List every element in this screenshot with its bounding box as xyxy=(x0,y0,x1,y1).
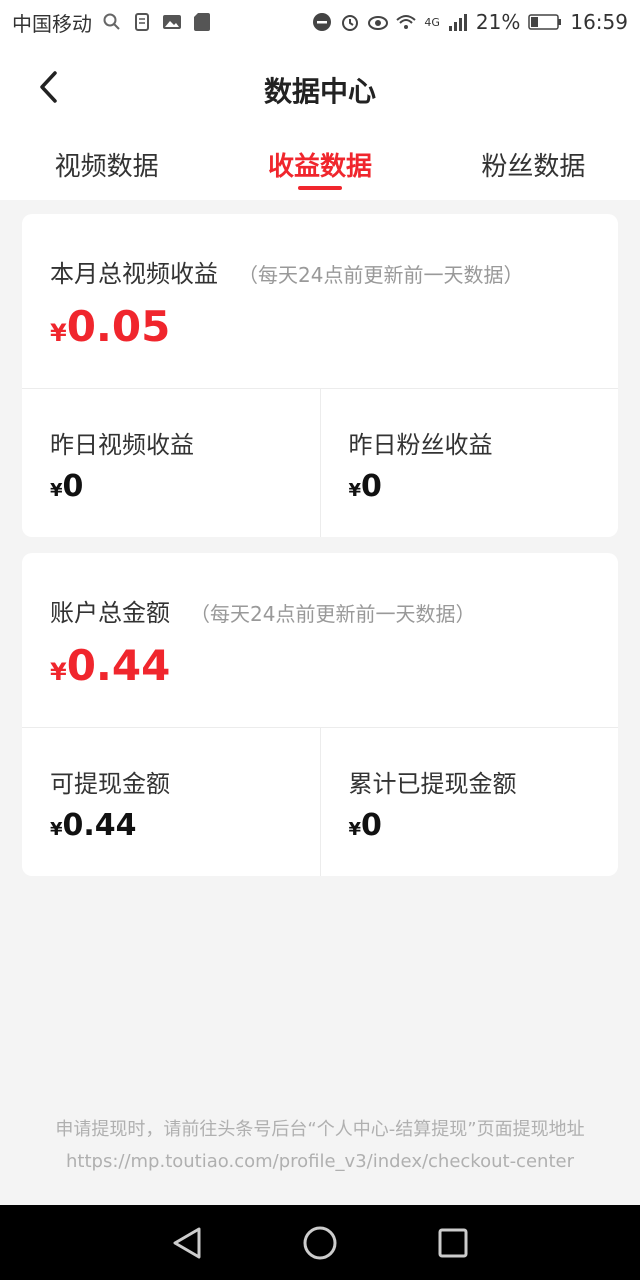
sd-card-icon xyxy=(192,12,212,32)
monthly-income-amount: ¥0.05 xyxy=(50,302,170,351)
app-header: 数据中心 视频数据 收益数据 粉丝数据 xyxy=(0,44,640,200)
system-nav-bar xyxy=(0,1205,640,1280)
currency-symbol: ¥ xyxy=(50,480,63,501)
signal-icon xyxy=(448,12,468,32)
currency-symbol: ¥ xyxy=(50,819,63,840)
amount-value: 0 xyxy=(62,469,84,504)
monthly-income-card: 本月总视频收益 （每天24点前更新前一天数据） ¥0.05 昨日视频收益 ¥0 昨… xyxy=(22,214,618,537)
search-icon xyxy=(102,12,122,32)
yesterday-video-income: 昨日视频收益 ¥0 xyxy=(22,389,320,537)
account-total-summary: 账户总金额 （每天24点前更新前一天数据） ¥0.44 xyxy=(22,553,618,728)
yesterday-fans-income: 昨日粉丝收益 ¥0 xyxy=(319,389,619,537)
monthly-income-label: 本月总视频收益 （每天24点前更新前一天数据） xyxy=(50,254,523,289)
status-bar: 中国移动 4G 21% 16:59 xyxy=(0,0,640,44)
tab-video-data[interactable]: 视频数据 xyxy=(0,140,213,198)
currency-symbol: ¥ xyxy=(50,658,67,686)
stat-label: 昨日视频收益 xyxy=(50,431,194,459)
currency-symbol: ¥ xyxy=(348,819,362,840)
stat-label: 昨日粉丝收益 xyxy=(348,431,493,459)
nav-recents-button[interactable] xyxy=(428,1218,478,1268)
clock: 16:59 xyxy=(570,10,628,34)
stat-amount: ¥0 xyxy=(349,808,382,843)
amount-value: 0.05 xyxy=(66,302,171,351)
image-icon xyxy=(162,12,182,32)
account-total-card: 账户总金额 （每天24点前更新前一天数据） ¥0.44 可提现金额 ¥0.44 累… xyxy=(22,553,618,876)
alarm-icon xyxy=(340,12,360,32)
nav-back-button[interactable] xyxy=(162,1218,212,1268)
stat-amount: ¥0 xyxy=(50,469,83,504)
battery-icon xyxy=(528,12,562,32)
withdrawable-amount: 可提现金额 ¥0.44 xyxy=(22,728,320,876)
nav-home-button[interactable] xyxy=(295,1218,345,1268)
withdraw-instructions: 申请提现时，请前往头条号后台“个人中心-结算提现”页面提现地址 https://… xyxy=(55,1119,585,1172)
page-title: 数据中心 xyxy=(263,75,376,108)
currency-symbol: ¥ xyxy=(50,319,67,347)
currency-symbol: ¥ xyxy=(348,480,362,501)
stat-label: 累计已提现金额 xyxy=(348,770,517,798)
carrier-name: 中国移动 xyxy=(12,11,92,36)
battery-percent: 21% xyxy=(475,10,521,34)
total-withdrawn-amount: 累计已提现金额 ¥0 xyxy=(319,728,619,876)
tab-fans-data[interactable]: 粉丝数据 xyxy=(427,140,640,198)
monthly-income-summary: 本月总视频收益 （每天24点前更新前一天数据） ¥0.05 xyxy=(22,214,618,389)
network-type: 4G xyxy=(424,15,440,29)
update-note: （每天24点前更新前一天数据） xyxy=(238,263,524,287)
active-tab-indicator xyxy=(297,186,342,190)
monthly-income-title: 本月总视频收益 xyxy=(50,260,218,288)
account-total-title: 账户总金额 xyxy=(50,599,170,627)
tab-bar: 视频数据 收益数据 粉丝数据 xyxy=(0,140,640,198)
update-note: （每天24点前更新前一天数据） xyxy=(190,602,476,626)
stat-label: 可提现金额 xyxy=(50,770,170,798)
tab-label: 粉丝数据 xyxy=(481,152,586,182)
stat-amount: ¥0 xyxy=(349,469,382,504)
triangle-back-icon xyxy=(173,1227,201,1258)
tab-income-data[interactable]: 收益数据 xyxy=(213,140,426,198)
circle-home-icon xyxy=(303,1226,337,1259)
stat-amount: ¥0.44 xyxy=(50,808,137,843)
account-total-amount: ¥0.44 xyxy=(50,641,170,690)
tab-label: 收益数据 xyxy=(267,152,372,182)
eye-icon xyxy=(368,12,389,32)
square-recents-icon xyxy=(438,1228,468,1257)
withdraw-row: 可提现金额 ¥0.44 累计已提现金额 ¥0 xyxy=(22,728,618,876)
yesterday-income-row: 昨日视频收益 ¥0 昨日粉丝收益 ¥0 xyxy=(22,389,618,537)
dnd-icon xyxy=(312,12,332,32)
document-icon xyxy=(132,12,152,32)
tab-label: 视频数据 xyxy=(54,152,159,182)
account-total-label: 账户总金额 （每天24点前更新前一天数据） xyxy=(50,593,475,628)
amount-value: 0 xyxy=(361,469,382,504)
amount-value: 0.44 xyxy=(66,641,171,690)
amount-value: 0 xyxy=(361,808,382,843)
amount-value: 0.44 xyxy=(62,808,137,843)
wifi-icon xyxy=(396,12,417,32)
